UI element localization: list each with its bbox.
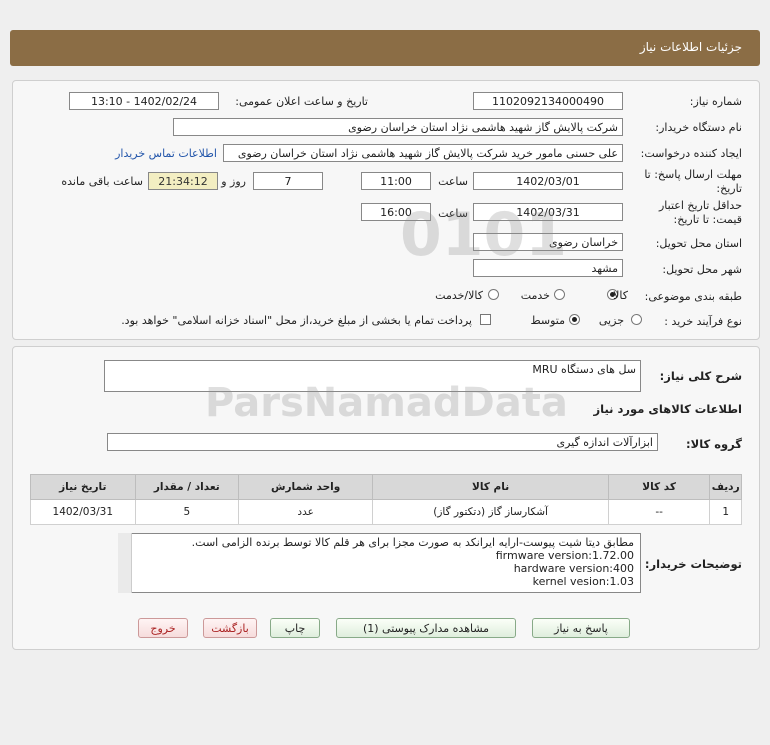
announce-field: 1402/02/24 - 13:10 (69, 92, 219, 110)
category-label: طبقه بندی موضوعی: (644, 290, 742, 303)
print-button[interactable]: چاپ (270, 618, 320, 638)
notes-line-1: مطابق دیتا شیت پیوست-ارایه ایرانکد به صو… (191, 536, 634, 549)
notes-line-4: kernel vesion:1.03 (532, 575, 634, 588)
creator-field: علی حسنی مامور خرید شرکت پالایش گاز شهید… (223, 144, 623, 162)
process-medium-radio[interactable] (569, 314, 580, 325)
announce-label: تاریخ و ساعت اعلان عمومی: (235, 95, 368, 108)
cell-quantity: 5 (134, 499, 240, 525)
page-header: جزئیات اطلاعات نیاز (10, 30, 760, 66)
process-minor-radio[interactable] (631, 314, 642, 325)
col-goods-name: نام کالا (372, 474, 609, 500)
reply-button[interactable]: پاسخ به نیاز (532, 618, 630, 638)
watermark-text: ParsNamadData (205, 380, 568, 426)
col-quantity: تعداد / مقدار (134, 474, 240, 500)
contact-buyer-link[interactable]: اطلاعات تماس خریدار (115, 147, 217, 160)
col-row-number: ردیف (709, 474, 742, 500)
notes-line-3: hardware version:400 (513, 562, 634, 575)
goods-info-title: اطلاعات کالاهای مورد نیاز (593, 402, 742, 416)
goods-table: ردیف کد کالا نام کالا واحد شمارش تعداد /… (30, 474, 742, 525)
process-label: نوع فرآیند خرید : (664, 315, 742, 328)
cell-goods-code: -- (607, 499, 711, 525)
creator-label: ایجاد کننده درخواست: (640, 147, 742, 160)
category-both-radio[interactable] (488, 289, 499, 300)
deadline-label: مهلت ارسال پاسخ: تا (644, 168, 742, 181)
need-number-field: 1102092134000490 (473, 92, 623, 110)
category-both-label: کالا/خدمت (435, 289, 483, 302)
remaining-time-field: 21:34:12 (148, 172, 218, 190)
city-label: شهر محل تحویل: (662, 263, 742, 276)
page-title: جزئیات اطلاعات نیاز (639, 40, 742, 54)
process-minor-label: جزیی (598, 314, 624, 327)
cell-need-date: 1402/03/31 (30, 499, 136, 525)
validity-label-2: قیمت: تا تاریخ: (673, 213, 742, 226)
attachments-button[interactable]: مشاهده مدارک پیوستی (1) (336, 618, 516, 638)
days-field: 7 (253, 172, 323, 190)
cell-goods-name: آشکارساز گاز (دتکتور گاز) (372, 499, 609, 525)
category-service-label: خدمت (520, 289, 550, 302)
col-goods-code: کد کالا (607, 474, 711, 500)
province-label: استان محل تحویل: (655, 237, 742, 250)
validity-label: حداقل تاریخ اعتبار (658, 199, 742, 212)
goods-group-field: ابزارآلات اندازه گیری (107, 433, 658, 451)
buyer-field: شرکت پالایش گاز شهید هاشمی نژاد استان خر… (173, 118, 623, 136)
buyer-label: نام دستگاه خریدار: (655, 121, 742, 134)
cell-unit: عدد (238, 499, 374, 525)
treasury-payment-checkbox[interactable] (480, 314, 491, 325)
watermark-digits: 0101 (400, 200, 567, 270)
category-service-radio[interactable] (554, 289, 565, 300)
treasury-payment-label: پرداخت تمام یا بخشی از مبلغ خرید،از محل … (121, 314, 472, 327)
table-row: 1 -- آشکارساز گاز (دتکتور گاز) عدد 5 140… (30, 499, 742, 525)
col-unit: واحد شمارش (238, 474, 374, 500)
deadline-date-field: 1402/03/01 (473, 172, 623, 190)
process-medium-label: متوسط (530, 314, 565, 327)
description-label: شرح کلی نیاز: (659, 369, 742, 383)
back-button[interactable]: بازگشت (203, 618, 257, 638)
table-header-row: ردیف کد کالا نام کالا واحد شمارش تعداد /… (30, 474, 742, 500)
deadline-time-field: 11:00 (361, 172, 431, 190)
goods-group-label: گروه کالا: (686, 437, 742, 451)
deadline-time-label: ساعت (438, 175, 468, 188)
buyer-notes-field: مطابق دیتا شیت پیوست-ارایه ایرانکد به صو… (118, 533, 641, 593)
exit-button[interactable]: خروج (138, 618, 188, 638)
notes-line-2: firmware version:1.72.00 (495, 549, 634, 562)
deadline-label-2: تاریخ: (716, 182, 742, 195)
cell-row-number: 1 (709, 499, 742, 525)
category-goods-label: کالا (613, 289, 628, 302)
buyer-notes-label: توضیحات خریدار: (644, 557, 742, 571)
notes-scrollbar[interactable] (118, 533, 132, 593)
col-need-date: تاریخ نیاز (30, 474, 136, 500)
need-number-label: شماره نیاز: (689, 95, 742, 108)
remaining-label: ساعت باقی مانده (61, 175, 143, 188)
days-label: روز و (221, 175, 246, 188)
